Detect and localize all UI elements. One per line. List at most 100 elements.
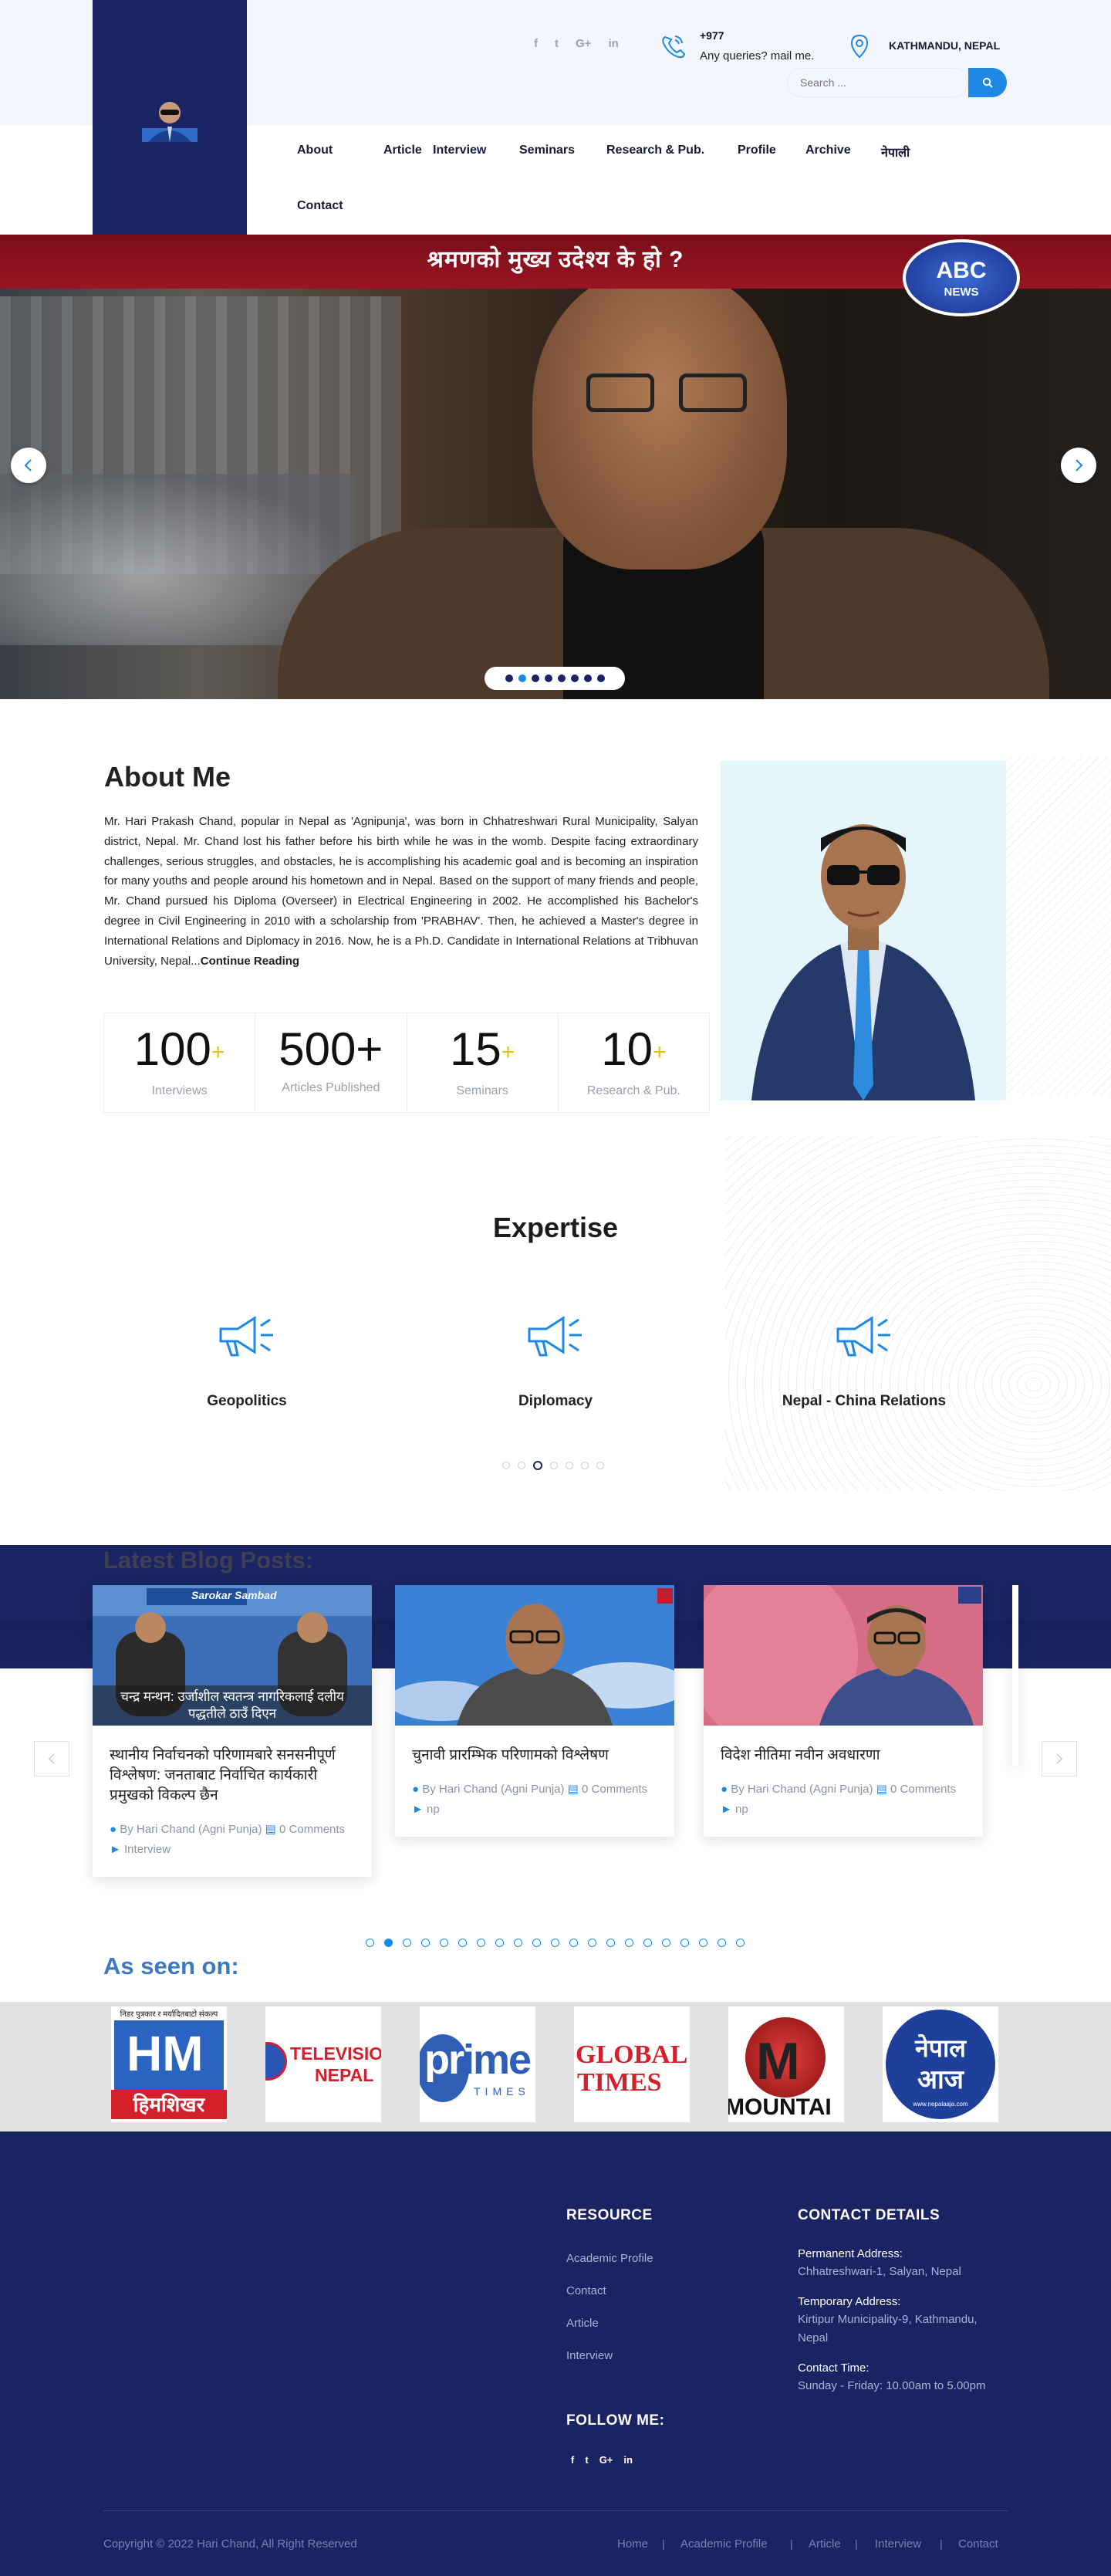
logo-avatar[interactable] — [142, 96, 198, 142]
hero-pagination-dot[interactable] — [570, 674, 579, 682]
blog-comments[interactable]: 0 Comments — [279, 1823, 345, 1836]
blog-pagination-dot[interactable] — [514, 1939, 522, 1947]
nav-archive[interactable]: Archive — [805, 144, 851, 157]
blog-pagination-dot[interactable] — [699, 1939, 707, 1947]
nav-nepali[interactable]: नेपाली — [881, 144, 910, 161]
expertise-geopolitics[interactable]: Geopolitics — [131, 1312, 363, 1410]
hero-pagination-dot[interactable] — [557, 674, 566, 682]
blog-card-title[interactable]: चुनावी प्रारम्भिक परिणामको विश्लेषण — [395, 1726, 674, 1766]
footer-link-academic-profile[interactable]: Academic Profile — [566, 2252, 653, 2265]
expertise-diplomacy[interactable]: Diplomacy — [440, 1312, 671, 1410]
blog-author[interactable]: By Hari Chand (Agni Punja) — [731, 1783, 873, 1796]
blog-pagination-dot[interactable] — [458, 1939, 467, 1947]
blog-pagination-dot[interactable] — [680, 1939, 689, 1947]
blog-pagination-dot[interactable] — [625, 1939, 633, 1947]
hero-next-button[interactable] — [1061, 448, 1096, 483]
linkedin-icon[interactable]: in — [608, 37, 618, 50]
blog-pagination-dot[interactable] — [569, 1939, 578, 1947]
blog-category[interactable]: np — [427, 1803, 440, 1816]
blog-pagination-dot[interactable] — [366, 1939, 374, 1947]
search-input[interactable] — [787, 68, 968, 97]
footer-bottom-article[interactable]: Article — [809, 2537, 841, 2551]
blog-category[interactable]: np — [735, 1803, 748, 1816]
blog-prev-button[interactable] — [34, 1741, 69, 1776]
nav-research[interactable]: Research & Pub. — [606, 144, 704, 157]
nav-contact[interactable]: Contact — [297, 199, 343, 213]
hero-prev-button[interactable] — [11, 448, 46, 483]
expertise-nepal-china[interactable]: Nepal - China Relations — [748, 1312, 980, 1410]
blog-author[interactable]: By Hari Chand (Agni Punja) — [120, 1823, 262, 1836]
hero-pagination-dot[interactable] — [596, 674, 605, 682]
hero-pagination-dot[interactable] — [544, 674, 552, 682]
blog-pagination-dot[interactable] — [532, 1939, 541, 1947]
blog-pagination-dot[interactable] — [643, 1939, 652, 1947]
media-logo-mountain[interactable]: M MOUNTAI — [728, 2006, 844, 2122]
media-logo-nepal-aaja[interactable]: नेपाल आज www.nepalaaja.com — [883, 2006, 998, 2122]
nav-article[interactable]: Article — [383, 144, 422, 157]
blog-pagination-dot[interactable] — [588, 1939, 596, 1947]
expertise-pagination-dot[interactable] — [533, 1461, 542, 1470]
hero-pagination-dot[interactable] — [505, 674, 513, 682]
blog-pagination-dot[interactable] — [440, 1939, 448, 1947]
hero-pagination-dot[interactable] — [518, 674, 526, 682]
nav-interview[interactable]: Interview — [433, 144, 486, 157]
hero-pagination-dot[interactable] — [583, 674, 592, 682]
phone-number[interactable]: +977 — [700, 29, 724, 42]
blog-pagination-dot[interactable] — [384, 1939, 393, 1947]
twitter-icon[interactable]: t — [585, 2454, 588, 2466]
blog-pagination-dot[interactable] — [477, 1939, 485, 1947]
blog-thumbnail-tag: Sarokar Sambad — [191, 1589, 277, 1601]
footer-link-contact[interactable]: Contact — [566, 2284, 606, 2297]
blog-pagination-dot[interactable] — [662, 1939, 670, 1947]
blog-pagination-dot[interactable] — [495, 1939, 504, 1947]
blog-pagination-dot[interactable] — [403, 1939, 411, 1947]
media-logo-abc-television[interactable]: TELEVISIO NEPAL — [265, 2006, 381, 2122]
blog-pagination-dot[interactable] — [551, 1939, 559, 1947]
facebook-icon[interactable]: f — [571, 2454, 574, 2466]
blog-card-meta: ● By Hari Chand (Agni Punja) ▤ 0 Comment… — [704, 1766, 983, 1837]
blog-comments[interactable]: 0 Comments — [890, 1783, 956, 1796]
nav-seminars[interactable]: Seminars — [519, 144, 575, 157]
linkedin-icon[interactable]: in — [623, 2454, 633, 2466]
media-logo-global-times[interactable]: GLOBAL TIMES — [574, 2006, 690, 2122]
blog-pagination-dot[interactable] — [718, 1939, 726, 1947]
blog-pagination-dot[interactable] — [606, 1939, 615, 1947]
nav-profile[interactable]: Profile — [738, 144, 776, 157]
google-plus-icon[interactable]: G+ — [576, 37, 591, 50]
blog-card-image[interactable] — [395, 1585, 674, 1726]
blog-title: Latest Blog Posts: — [103, 1547, 314, 1574]
nav-about[interactable]: About — [297, 144, 333, 157]
blog-next-button[interactable] — [1042, 1741, 1077, 1776]
blog-card-title[interactable]: स्थानीय निर्वाचनको परिणामबारे सनसनीपूर्ण… — [93, 1726, 372, 1806]
google-plus-icon[interactable]: G+ — [599, 2454, 613, 2466]
blog-card-title[interactable]: विदेश नीतिमा नवीन अवधारणा — [704, 1726, 983, 1766]
footer-link-interview[interactable]: Interview — [566, 2349, 613, 2362]
blog-card-image[interactable]: Sarokar Sambad चन्द्र मन्थन: उर्जाशील स्… — [93, 1585, 372, 1726]
blog-author[interactable]: By Hari Chand (Agni Punja) — [422, 1783, 564, 1796]
permanent-address-label: Permanent Address: — [798, 2247, 903, 2260]
blog-pagination-dot[interactable] — [421, 1939, 430, 1947]
media-logo-himshikhar[interactable]: निडर पुत्रकार र मर्यादितबाटो संकल्प HM ह… — [111, 2006, 227, 2122]
expertise-pagination-dot[interactable] — [581, 1462, 589, 1469]
expertise-pagination-dot[interactable] — [566, 1462, 573, 1469]
blog-pagination-dot[interactable] — [736, 1939, 745, 1947]
footer-bottom-home[interactable]: Home — [617, 2537, 648, 2551]
continue-reading-link[interactable]: Continue Reading — [201, 955, 299, 968]
media-logo-prime-times[interactable]: prime TIMES — [420, 2006, 535, 2122]
search-button[interactable] — [968, 68, 1007, 97]
footer-link-article[interactable]: Article — [566, 2317, 599, 2330]
expertise-pagination-dot[interactable] — [502, 1462, 510, 1469]
facebook-icon[interactable]: f — [534, 37, 538, 50]
expertise-pagination-dot[interactable] — [550, 1462, 558, 1469]
blog-card-image[interactable] — [704, 1585, 983, 1726]
expertise-pagination-dot[interactable] — [596, 1462, 604, 1469]
footer-bottom-contact[interactable]: Contact — [958, 2537, 998, 2551]
footer-bottom-interview[interactable]: Interview — [875, 2537, 921, 2551]
hero-pagination-dot[interactable] — [531, 674, 539, 682]
footer-bottom-academic-profile[interactable]: Academic Profile — [680, 2537, 768, 2551]
phone-subtitle: Any queries? mail me. — [700, 49, 815, 63]
expertise-pagination-dot[interactable] — [518, 1462, 525, 1469]
blog-comments[interactable]: 0 Comments — [582, 1783, 647, 1796]
twitter-icon[interactable]: t — [555, 37, 559, 50]
blog-category[interactable]: Interview — [124, 1843, 171, 1856]
